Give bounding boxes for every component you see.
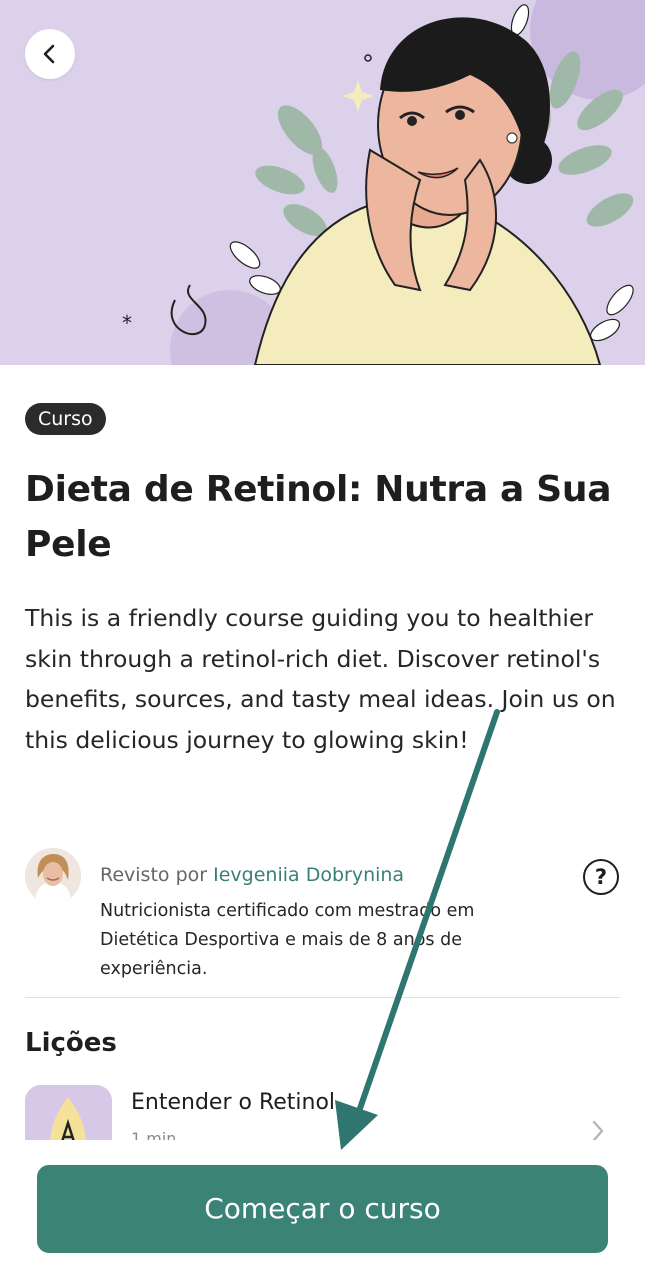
course-type-badge: Curso <box>25 403 106 435</box>
reviewed-by-prefix: Revisto por <box>100 864 208 886</box>
hero-illustration: * <box>0 0 645 365</box>
back-button[interactable] <box>25 29 75 79</box>
reviewer-bio: Nutricionista certificado com mestrado e… <box>100 901 475 979</box>
reviewed-by-line: Revisto por Ievgeniia Dobrynina <box>100 862 404 888</box>
help-button[interactable]: ? <box>583 859 619 895</box>
svg-text:*: * <box>122 311 132 335</box>
start-course-button[interactable]: Começar o curso <box>37 1165 608 1253</box>
course-description: This is a friendly course guiding you to… <box>25 604 616 754</box>
section-divider <box>25 997 620 998</box>
reviewer-avatar <box>25 848 81 904</box>
course-title: Dieta de Retinol: Nutra a Sua Pele <box>25 469 612 565</box>
reviewer-name-link[interactable]: Ievgeniia Dobrynina <box>213 864 404 886</box>
lesson-title: Entender o Retinol <box>131 1090 336 1115</box>
question-circle-icon: ? <box>594 865 608 889</box>
lessons-heading: Lições <box>25 1028 117 1058</box>
chevron-left-icon <box>43 44 55 64</box>
lesson-item[interactable]: Entender o Retinol 1 min <box>25 1085 620 1172</box>
